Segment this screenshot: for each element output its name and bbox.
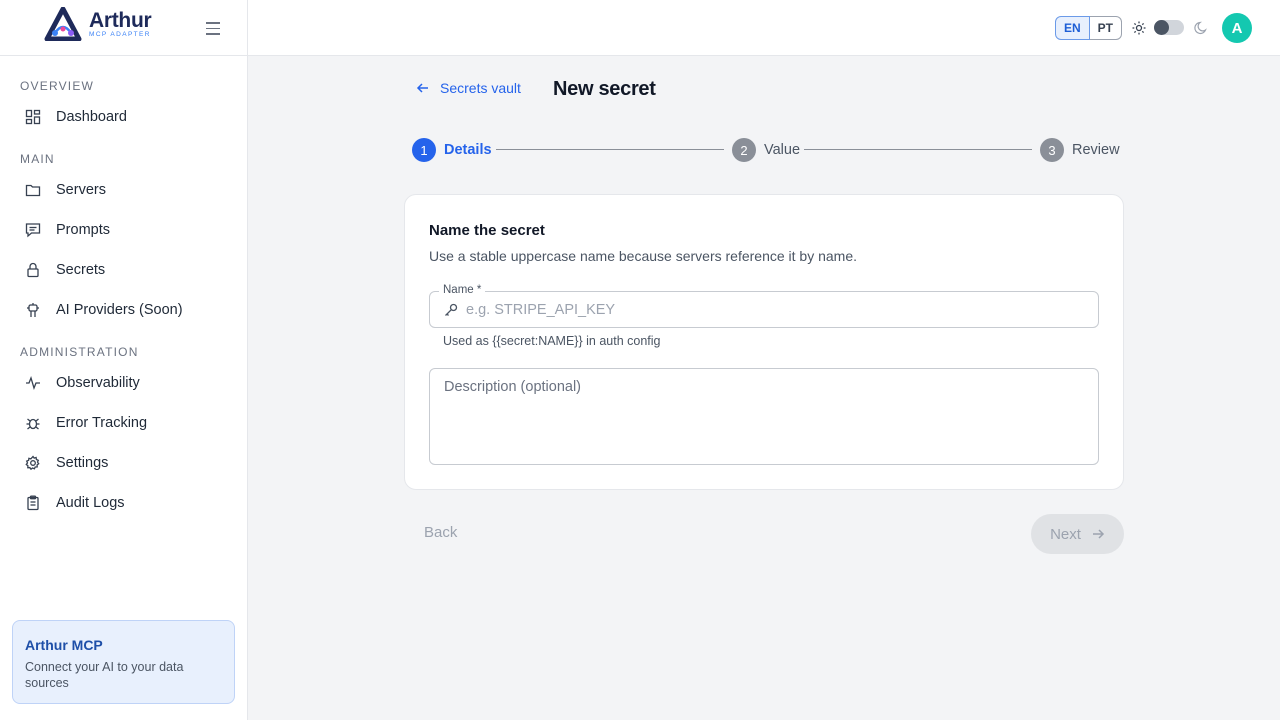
activity-icon	[25, 375, 41, 391]
moon-icon	[1194, 21, 1207, 35]
sidebar-item-label: Secrets	[56, 262, 106, 278]
promo-card-title: Arthur MCP	[25, 637, 103, 653]
step-label: Details	[444, 142, 492, 158]
robot-icon	[25, 302, 41, 318]
next-button-label: Next	[1050, 525, 1081, 543]
stepper-connector	[496, 149, 724, 150]
key-icon	[445, 303, 458, 316]
brand-subtitle: MCP ADAPTER	[89, 30, 151, 38]
step-details[interactable]: 1 Details	[412, 138, 492, 162]
brand-name: Arthur	[89, 8, 152, 32]
step-review[interactable]: 3 Review	[1040, 138, 1120, 162]
secret-name-label: Name *	[439, 284, 486, 296]
next-button[interactable]: Next	[1031, 514, 1124, 554]
brand-logo[interactable]: Arthur MCP ADAPTER	[43, 7, 152, 41]
page-title: New secret	[553, 78, 656, 100]
step-number: 2	[732, 138, 756, 162]
back-link-label: Secrets vault	[440, 80, 521, 96]
sidebar-item-label: Audit Logs	[56, 495, 125, 511]
sidebar-promo-card: Arthur MCP Connect your AI to your data …	[12, 620, 235, 704]
topbar: EN PT A	[248, 0, 1280, 56]
step-label: Value	[764, 142, 801, 158]
language-en-button[interactable]: EN	[1055, 16, 1090, 40]
form-title: Name the secret	[429, 222, 545, 239]
sidebar-item-servers[interactable]: Servers	[12, 172, 236, 208]
bug-icon	[25, 415, 41, 431]
lock-icon	[25, 262, 41, 278]
sidebar-item-settings[interactable]: Settings	[12, 445, 236, 481]
sidebar-item-prompts[interactable]: Prompts	[12, 212, 236, 248]
sidebar-item-label: Servers	[56, 182, 106, 198]
description-textarea[interactable]: Description (optional)	[429, 368, 1099, 465]
sidebar-header: Arthur MCP ADAPTER	[0, 0, 247, 56]
folder-icon	[25, 182, 41, 198]
back-to-secrets-vault-link[interactable]: Secrets vault	[416, 80, 521, 96]
section-title-administration: ADMINISTRATION	[20, 345, 139, 359]
sidebar-item-ai-providers[interactable]: AI Providers (Soon)	[12, 292, 236, 328]
clipboard-icon	[25, 495, 41, 511]
avatar[interactable]: A	[1222, 13, 1252, 43]
secret-name-placeholder: e.g. STRIPE_API_KEY	[466, 301, 616, 318]
sun-icon	[1132, 21, 1146, 35]
sidebar-item-secrets[interactable]: Secrets	[12, 252, 236, 288]
promo-card-description: Connect your AI to your data sources	[25, 660, 184, 690]
language-switcher: EN PT	[1055, 16, 1123, 40]
sidebar-item-label: Prompts	[56, 222, 110, 238]
arthur-logo-icon	[44, 7, 82, 41]
secret-name-helper: Used as {{secret:NAME}} in auth config	[443, 334, 661, 348]
step-value[interactable]: 2 Value	[732, 138, 800, 162]
secret-name-input[interactable]: e.g. STRIPE_API_KEY	[429, 291, 1099, 328]
menu-toggle-icon[interactable]	[202, 18, 224, 38]
section-title-main: MAIN	[20, 152, 55, 166]
section-title-overview: OVERVIEW	[20, 79, 95, 93]
sidebar-item-label: Settings	[56, 455, 109, 471]
language-pt-button[interactable]: PT	[1089, 16, 1123, 40]
sidebar-item-label: Error Tracking	[56, 415, 148, 431]
form-description: Use a stable uppercase name because serv…	[429, 248, 858, 264]
secret-form-card: Name the secret Use a stable uppercase n…	[404, 194, 1124, 490]
sidebar-item-dashboard[interactable]: Dashboard	[12, 99, 236, 135]
sidebar-item-error-tracking[interactable]: Error Tracking	[12, 405, 236, 441]
sidebar-item-observability[interactable]: Observability	[12, 365, 236, 401]
theme-toggle[interactable]	[1154, 20, 1184, 35]
back-button[interactable]: Back	[424, 524, 457, 541]
sidebar-item-label: AI Providers (Soon)	[56, 302, 183, 318]
step-number: 3	[1040, 138, 1064, 162]
stepper-connector	[804, 149, 1032, 150]
step-number: 1	[412, 138, 436, 162]
sidebar: Arthur MCP ADAPTER OVERVIEW Dashboard MA…	[0, 0, 248, 720]
arrow-right-icon	[1092, 529, 1104, 539]
dashboard-icon	[25, 109, 41, 125]
sidebar-item-label: Observability	[56, 375, 140, 391]
message-icon	[25, 222, 41, 238]
arrow-left-icon	[416, 83, 428, 93]
gear-icon	[25, 455, 41, 471]
sidebar-item-label: Dashboard	[56, 109, 127, 125]
sidebar-item-audit-logs[interactable]: Audit Logs	[12, 485, 236, 521]
step-label: Review	[1072, 142, 1120, 158]
